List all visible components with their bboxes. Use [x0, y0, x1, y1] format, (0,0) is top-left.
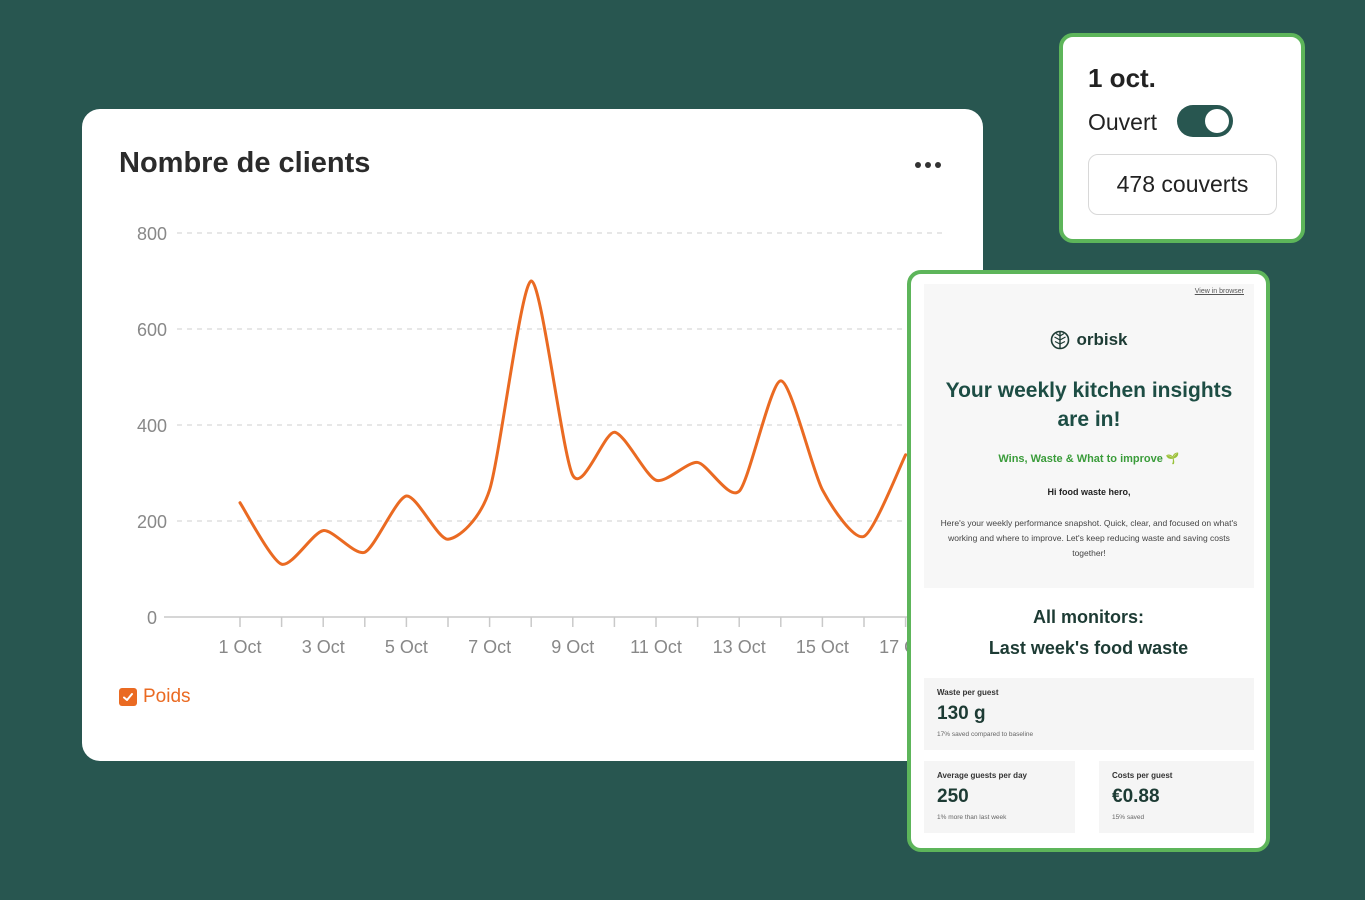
stat-value: €0.88 — [1112, 786, 1160, 807]
section-title-line-2: Last week's food waste — [988, 638, 1189, 658]
chart-card: Nombre de clients 0 200 400 600 800 1 Oct 3 Oc… — [82, 109, 983, 761]
stat-label: Costs per guest — [1112, 771, 1173, 780]
day-status-card: 1 oct. Ouvert 478 couverts — [1059, 33, 1305, 243]
x-tick-label: 1 Oct — [218, 637, 261, 657]
section-title-line-1: All monitors: — [1033, 607, 1144, 627]
stat-note: 15% saved — [1112, 814, 1145, 821]
orbisk-leaf-logo — [1051, 330, 1070, 350]
email-header-section: View in browser orbisk Your weekly kitch… — [924, 284, 1254, 588]
y-tick-label: 600 — [137, 320, 167, 340]
checkmark-icon[interactable] — [119, 688, 137, 706]
x-tick-label: 11 Oct — [630, 637, 682, 657]
stat-note: 17% saved compared to baseline — [937, 731, 1034, 738]
series-line-poids — [238, 279, 908, 566]
email-subheadline: Wins, Waste & What to improve 🌱 — [998, 453, 1180, 465]
stat-label: Average guests per day — [937, 771, 1027, 780]
x-tick-label: 9 Oct — [551, 637, 594, 657]
open-toggle[interactable] — [1177, 105, 1233, 137]
legend-label: Poids — [143, 686, 191, 707]
y-tick-label: 0 — [147, 608, 157, 628]
open-status-label: Ouvert — [1088, 109, 1158, 135]
view-in-browser-link[interactable]: View in browser — [1195, 288, 1244, 295]
x-tick-label: 3 Oct — [302, 637, 345, 657]
y-tick-label: 200 — [137, 512, 167, 532]
x-tick-label: 7 Oct — [468, 637, 511, 657]
stat-note: 1% more than last week — [937, 814, 1007, 821]
y-tick-label: 800 — [137, 224, 167, 244]
stat-value: 130 g — [937, 703, 986, 724]
x-tick-label: 15 Oct — [796, 637, 849, 657]
day-date: 1 oct. — [1088, 63, 1156, 93]
email-preview-card: View in browser orbisk Your weekly kitch… — [907, 270, 1270, 852]
x-tick-label: 5 Oct — [385, 637, 428, 657]
email-body-text: Here's your weekly performance snapshot.… — [940, 518, 1238, 558]
stat-costs-per-guest: Costs per guest €0.88 15% saved — [1099, 761, 1254, 833]
stat-waste-per-guest: Waste per guest 130 g 17% saved compared… — [924, 678, 1254, 750]
email-headline: Your weekly kitchen insights are in! — [945, 379, 1233, 431]
y-tick-label: 400 — [137, 416, 167, 436]
line-chart: 0 200 400 600 800 1 Oct 3 Oct 5 Oct 7 Oct 9 Oct 11… — [137, 224, 983, 657]
covers-field[interactable]: 478 couverts — [1088, 154, 1277, 215]
toggle-knob — [1205, 109, 1229, 133]
stat-value: 250 — [937, 786, 969, 807]
stat-average-guests: Average guests per day 250 1% more than … — [924, 761, 1075, 833]
brand-name: orbisk — [1076, 330, 1128, 349]
legend-item-poids[interactable]: Poids — [119, 686, 191, 708]
brand-logo: orbisk — [924, 330, 1254, 350]
section-title: All monitors: Last week's food waste — [911, 602, 1266, 664]
x-tick-label: 13 Oct — [713, 637, 766, 657]
email-greeting: Hi food waste hero, — [1047, 487, 1131, 497]
stat-label: Waste per guest — [937, 688, 999, 697]
